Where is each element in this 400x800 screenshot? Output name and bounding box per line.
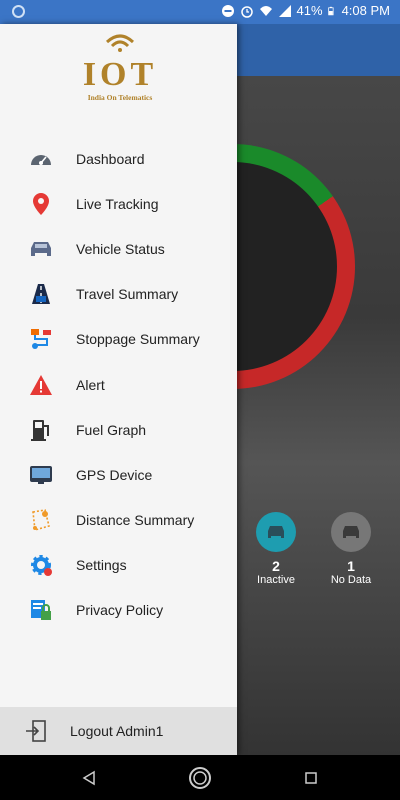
menu-item-label: Stoppage Summary [76,331,200,348]
road-car-icon [28,281,54,307]
map-pin-icon [28,191,54,217]
menu-item-label: Travel Summary [76,286,179,303]
privacy-icon [28,597,54,623]
wifi-icon [259,5,272,16]
wifi-signal-logo-icon [105,34,135,52]
route-icon [28,326,54,352]
clock: 4:08 PM [341,3,390,18]
menu-item-gps-device[interactable]: GPS Device [0,452,237,497]
alarm-icon [240,5,253,18]
menu-item-label: Distance Summary [76,512,195,529]
fuel-pump-icon [28,417,54,443]
inactive-stat[interactable]: 2 Inactive [251,512,301,586]
menu-item-label: Settings [76,557,127,574]
settings-icon [28,552,54,578]
menu-item-label: Dashboard [76,150,145,167]
home-icon [189,767,211,789]
nodata-count: 1 [347,558,355,574]
menu-item-label: Vehicle Status [76,240,165,257]
signal-icon [278,4,291,17]
menu-item-distance-summary[interactable]: Distance Summary [0,498,237,543]
speedometer-icon [28,146,54,172]
status-icons: 41% 4:08 PM [221,3,390,18]
logo-tagline: India On Telematics [87,93,153,102]
gps-device-icon [28,462,54,488]
inactive-count: 2 [272,558,280,574]
logout-icon [26,720,46,742]
menu-item-alert[interactable]: Alert [0,362,237,407]
inactive-label: Inactive [257,574,295,586]
car-icon [256,512,296,552]
car-icon [28,236,54,262]
drawer-menu: Dashboard Live Tracking Vehicle Status T… [0,136,237,633]
menu-item-fuel-graph[interactable]: Fuel Graph [0,407,237,452]
logo-title: IOT [82,56,158,93]
menu-item-dashboard[interactable]: Dashboard [0,136,237,181]
status-bar: 41% 4:08 PM [0,0,400,24]
menu-item-live-tracking[interactable]: Live Tracking [0,181,237,226]
menu-item-privacy-policy[interactable]: Privacy Policy [0,588,237,633]
home-button[interactable] [187,765,213,791]
battery-icon [327,6,334,15]
menu-item-travel-summary[interactable]: Travel Summary [0,272,237,317]
back-button[interactable] [76,765,102,791]
warning-icon [28,372,54,398]
back-icon [82,770,95,786]
menu-item-vehicle-status[interactable]: Vehicle Status [0,226,237,271]
do-not-disturb-icon [221,4,234,17]
logout-button[interactable]: Logout Admin1 [0,707,237,755]
distance-icon [28,507,54,533]
menu-item-label: GPS Device [76,466,153,483]
menu-item-label: Fuel Graph [76,421,147,438]
menu-item-label: Alert [76,376,105,393]
car-icon [331,512,371,552]
app-logo: IOT India On Telematics [70,32,170,112]
menu-item-label: Live Tracking [76,195,159,212]
menu-item-stoppage-summary[interactable]: Stoppage Summary [0,317,237,362]
recents-button[interactable] [298,765,324,791]
nodata-stat[interactable]: 1 No Data [326,512,376,586]
logout-label: Logout Admin1 [70,723,164,739]
menu-item-settings[interactable]: Settings [0,543,237,588]
battery-percent: 41% [296,3,323,18]
navigation-drawer: IOT India On Telematics Dashboard Live T… [0,24,237,755]
notification-icon [12,5,25,18]
nodata-label: No Data [330,574,372,586]
system-nav-bar [0,755,400,800]
menu-item-label: Privacy Policy [76,602,164,619]
recents-icon [305,772,317,784]
